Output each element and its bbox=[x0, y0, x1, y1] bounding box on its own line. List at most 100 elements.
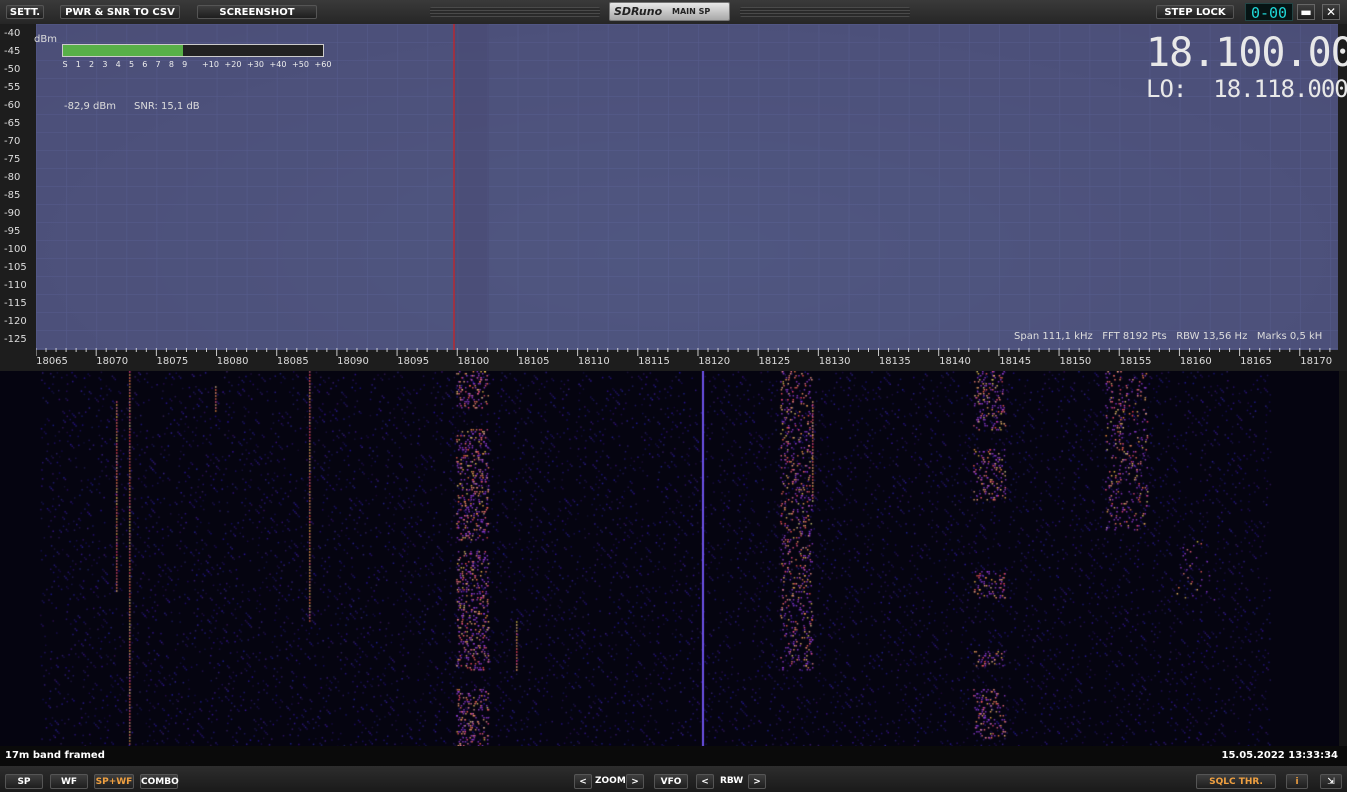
y-tick-label: -70 bbox=[4, 136, 21, 147]
y-tick-label: -75 bbox=[4, 154, 21, 165]
spectrum-trace bbox=[36, 24, 1338, 350]
x-tick-label: 18145 bbox=[999, 356, 1032, 367]
combo-button[interactable]: COMBO bbox=[140, 774, 179, 789]
fft-label: FFT 8192 Pts bbox=[1102, 331, 1167, 342]
resize-icon[interactable]: ⇲ bbox=[1320, 774, 1342, 789]
s-meter bbox=[62, 44, 324, 57]
s-meter-scale-label: 6 bbox=[142, 60, 148, 69]
x-tick-label: 18065 bbox=[36, 356, 68, 367]
waterfall-display[interactable] bbox=[0, 371, 1339, 746]
x-tick-label: 18100 bbox=[457, 356, 490, 367]
x-tick-label: 18135 bbox=[878, 356, 911, 367]
s-meter-fill bbox=[63, 45, 183, 56]
settings-button[interactable]: SETT. bbox=[6, 5, 44, 19]
sdruno-logo: SDRuno bbox=[614, 5, 663, 18]
y-tick-label: -100 bbox=[4, 244, 27, 255]
y-tick-label: -65 bbox=[4, 118, 21, 129]
x-tick-label: 18160 bbox=[1179, 356, 1212, 367]
x-tick-label: 18125 bbox=[758, 356, 791, 367]
x-tick-label: 18150 bbox=[1059, 356, 1092, 367]
screenshot-button[interactable]: SCREENSHOT bbox=[197, 5, 317, 19]
s-meter-scale-label: 2 bbox=[89, 60, 95, 69]
zoom-in-button[interactable]: > bbox=[626, 774, 644, 789]
y-tick-label: -105 bbox=[4, 262, 27, 273]
rbw-decrease-button[interactable]: < bbox=[696, 774, 714, 789]
sp-button[interactable]: SP bbox=[5, 774, 43, 789]
sqlc-threshold-button[interactable]: SQLC THR. bbox=[1196, 774, 1276, 789]
y-tick-label: -115 bbox=[4, 298, 27, 309]
drag-grip-right[interactable] bbox=[740, 7, 910, 17]
status-row: 17m band framed 15.05.2022 13:33:34 bbox=[0, 746, 1347, 766]
y-tick-label: -125 bbox=[4, 334, 27, 345]
rbw-increase-button[interactable]: > bbox=[748, 774, 766, 789]
x-tick-label: 18165 bbox=[1240, 356, 1272, 367]
minimize-icon[interactable]: ▬ bbox=[1297, 4, 1315, 20]
vfo-button[interactable]: VFO bbox=[654, 774, 688, 789]
y-tick-label: -120 bbox=[4, 316, 27, 327]
s-meter-scale-label: 9 bbox=[182, 60, 188, 69]
vfo-frequency-display[interactable]: 18.100.000 bbox=[1146, 32, 1347, 74]
bottom-toolbar: SP WF SP+WF COMBO < ZOOM > VFO < RBW > S… bbox=[0, 766, 1347, 792]
span-label: Span 111,1 kHz bbox=[1014, 331, 1093, 342]
x-tick-label: 18110 bbox=[577, 356, 610, 367]
s-meter-scale-label: +10 bbox=[202, 60, 219, 69]
spectrum-params: Span 111,1 kHz FFT 8192 Pts RBW 13,56 Hz… bbox=[1014, 331, 1322, 342]
y-tick-label: -55 bbox=[4, 82, 21, 93]
top-toolbar: SETT. PWR & SNR TO CSV SCREENSHOT SDRuno… bbox=[0, 0, 1347, 25]
spectrum-plot[interactable] bbox=[36, 24, 1338, 350]
marks-label: Marks 0,5 kH bbox=[1256, 331, 1323, 342]
x-tick-label: 18120 bbox=[698, 356, 731, 367]
info-icon[interactable]: i bbox=[1286, 774, 1308, 789]
y-tick-label: -50 bbox=[4, 64, 21, 75]
x-tick-label: 18105 bbox=[517, 356, 550, 367]
window-title: SDRuno MAIN SP bbox=[609, 2, 730, 21]
rbw-label: RBW 13,56 Hz bbox=[1176, 331, 1248, 342]
x-axis-ticks bbox=[36, 348, 1331, 356]
window-mode-label: MAIN SP bbox=[672, 7, 711, 16]
waterfall-scrollbar[interactable] bbox=[1339, 371, 1347, 746]
y-tick-label: -95 bbox=[4, 226, 21, 237]
lo-frequency-display[interactable]: LO: 18.118.000 bbox=[1146, 76, 1347, 102]
timestamp: 15.05.2022 13:33:34 bbox=[1221, 750, 1339, 761]
drag-grip-left[interactable] bbox=[430, 7, 600, 17]
sp-wf-button[interactable]: SP+WF bbox=[94, 774, 134, 789]
zoom-label: ZOOM bbox=[595, 776, 626, 786]
y-tick-label: -90 bbox=[4, 208, 21, 219]
band-status: 17m band framed bbox=[5, 750, 105, 761]
x-tick-label: 18070 bbox=[96, 356, 129, 367]
s-meter-scale-label: 7 bbox=[155, 60, 161, 69]
s-meter-scale-label: 4 bbox=[115, 60, 121, 69]
x-tick-label: 18090 bbox=[337, 356, 369, 367]
y-tick-label: -45 bbox=[4, 46, 21, 57]
wf-button[interactable]: WF bbox=[50, 774, 88, 789]
lo-value: 18.118.000 bbox=[1213, 75, 1347, 103]
s-meter-scale-label: +60 bbox=[314, 60, 332, 69]
waterfall-canvas bbox=[0, 371, 1339, 746]
s-meter-scale-label: +50 bbox=[292, 60, 309, 69]
x-tick-label: 18095 bbox=[397, 356, 430, 367]
s-meter-scale-label: +30 bbox=[247, 60, 264, 69]
snr-readout: SNR: 15,1 dB bbox=[134, 101, 200, 112]
s-meter-scale-label: 3 bbox=[102, 60, 108, 69]
s-meter-scale-label: +40 bbox=[269, 60, 287, 69]
x-tick-label: 18085 bbox=[276, 356, 309, 367]
x-tick-label: 18130 bbox=[818, 356, 851, 367]
y-tick-label: -80 bbox=[4, 172, 21, 183]
y-tick-label: -60 bbox=[4, 100, 21, 111]
power-readout: -82,9 dBm bbox=[64, 101, 117, 112]
x-tick-label: 18140 bbox=[939, 356, 971, 367]
y-tick-label: -110 bbox=[4, 280, 27, 291]
y-unit-label: dBm bbox=[34, 34, 57, 45]
x-tick-label: 18080 bbox=[216, 356, 249, 367]
digit-display: 0-00 bbox=[1245, 3, 1293, 22]
x-tick-label: 18075 bbox=[156, 356, 189, 367]
close-icon[interactable]: ✕ bbox=[1322, 4, 1340, 20]
lo-label: LO: bbox=[1146, 75, 1187, 103]
pwr-snr-to-csv-button[interactable]: PWR & SNR TO CSV bbox=[60, 5, 180, 19]
s-meter-scale-label: +20 bbox=[224, 60, 242, 69]
zoom-out-button[interactable]: < bbox=[574, 774, 592, 789]
spectrum-panel: -40 -45 -50 -55 -60 -65 -70 -75 -80 -85 -90 -95 -100… bbox=[0, 24, 1347, 371]
step-lock-button[interactable]: STEP LOCK bbox=[1156, 5, 1234, 19]
s-meter-scale-label: 8 bbox=[168, 60, 174, 69]
y-tick-label: -40 bbox=[4, 28, 21, 39]
